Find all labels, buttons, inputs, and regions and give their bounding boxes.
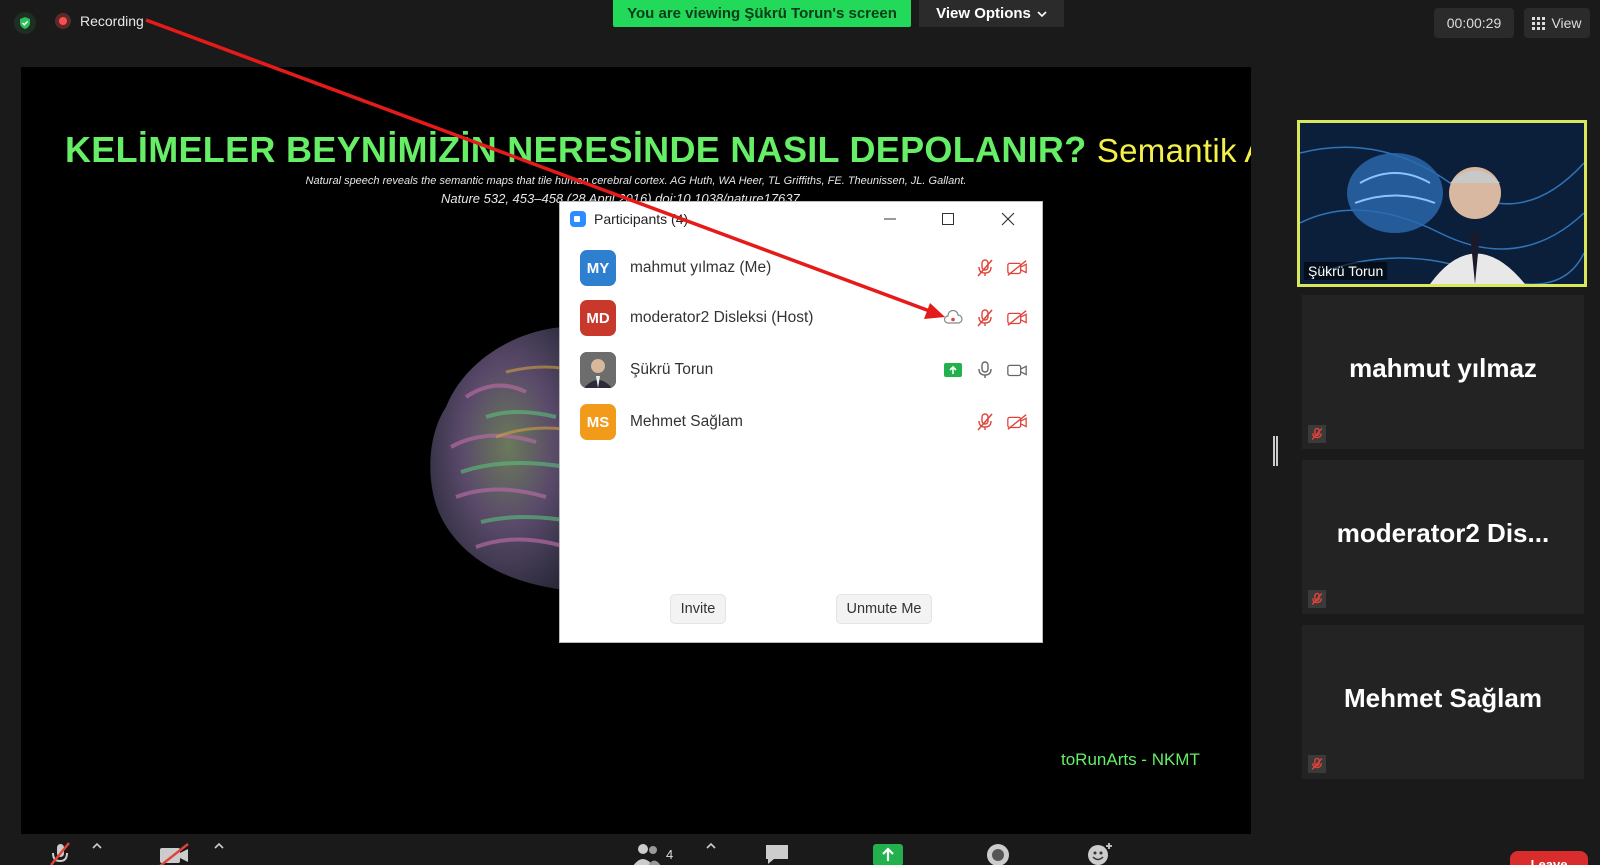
viewing-screen-banner: You are viewing Şükrü Torun's screen <box>613 0 911 27</box>
video-options-button[interactable] <box>214 842 224 850</box>
close-icon <box>1001 212 1015 226</box>
slide-subtitle: Natural speech reveals the semantic maps… <box>305 175 967 187</box>
muted-mic-icon <box>974 411 996 433</box>
muted-mic-icon <box>974 257 996 279</box>
participants-window[interactable]: Participants (4) MY mahmut yılmaz (Me) M… <box>560 202 1042 642</box>
avatar: MD <box>580 300 616 336</box>
share-screen-icon <box>873 844 903 865</box>
slide-title-accent: Semantik Atlas <box>1096 132 1251 169</box>
mic-icon <box>974 359 996 381</box>
minimize-button[interactable] <box>862 202 918 236</box>
participant-row[interactable]: MY mahmut yılmaz (Me) <box>580 248 1028 288</box>
slide-title: KELİMELER BEYNİMİZİN NERESİNDE NASIL DEP… <box>65 129 1251 171</box>
reactions-icon <box>1088 843 1112 865</box>
view-options-button[interactable]: View Options <box>919 0 1064 27</box>
chevron-down-icon <box>1037 5 1047 22</box>
brand-text: toRunArts - NKMT <box>1061 750 1200 769</box>
tile-name: moderator2 Dis... <box>1336 518 1550 548</box>
recording-label: Recording <box>80 13 144 29</box>
muted-mic-icon <box>1308 590 1326 608</box>
muted-mic-icon <box>50 842 70 865</box>
gallery-tile[interactable]: mahmut yılmaz <box>1302 295 1584 449</box>
participant-count: 4 <box>666 846 674 862</box>
audio-options-button[interactable] <box>92 842 102 850</box>
participants-button[interactable]: 4 <box>632 842 673 865</box>
participant-name: moderator2 Disleksi (Host) <box>630 309 814 326</box>
maximize-button[interactable] <box>920 202 976 236</box>
active-speaker-video[interactable]: Şükrü Torun <box>1297 120 1587 287</box>
recording-dot-icon <box>55 13 71 29</box>
meeting-timer: 00:00:29 <box>1434 8 1514 38</box>
participant-row[interactable]: Şükrü Torun <box>580 350 1028 390</box>
participant-name: Şükrü Torun <box>630 361 714 378</box>
chat-button[interactable] <box>763 842 791 865</box>
view-layout-button[interactable]: View <box>1524 8 1590 38</box>
record-icon <box>987 844 1009 865</box>
share-screen-button[interactable] <box>872 842 904 865</box>
close-button[interactable] <box>980 202 1036 236</box>
chat-icon <box>766 845 788 864</box>
security-shield-icon[interactable] <box>14 12 36 34</box>
start-video-button[interactable] <box>158 842 190 865</box>
active-speaker-name: Şükrü Torun <box>1304 262 1388 280</box>
muted-mic-icon <box>1308 755 1326 773</box>
video-frame <box>1300 123 1584 284</box>
gallery-tile[interactable]: moderator2 Dis... <box>1302 460 1584 614</box>
gallery-tile[interactable]: Mehmet Sağlam <box>1302 625 1584 779</box>
muted-mic-icon <box>974 307 996 329</box>
unmute-me-button[interactable]: Unmute Me <box>836 594 932 624</box>
video-off-icon <box>1006 307 1028 329</box>
grid-icon <box>1532 16 1546 30</box>
panel-resize-handle[interactable] <box>1273 436 1278 466</box>
participants-icon <box>633 844 661 865</box>
participants-options-button[interactable] <box>706 842 716 850</box>
tile-name: mahmut yılmaz <box>1349 353 1537 383</box>
view-label: View <box>1551 15 1582 31</box>
screen-share-icon <box>942 359 964 381</box>
view-options-label: View Options <box>936 5 1031 22</box>
brain-image <box>430 326 586 592</box>
tile-name: Mehmet Sağlam <box>1344 683 1542 713</box>
video-off-icon <box>159 843 189 865</box>
chevron-up-icon <box>92 842 102 849</box>
cloud-recording-icon <box>942 307 964 329</box>
mute-button[interactable] <box>47 842 73 865</box>
video-icon <box>1006 359 1028 381</box>
slide-title-main: KELİMELER BEYNİMİZİN NERESİNDE NASIL DEP… <box>65 129 1087 170</box>
participants-title: Participants (4) <box>594 211 689 227</box>
avatar: MY <box>580 250 616 286</box>
chevron-up-icon <box>214 842 224 849</box>
chevron-up-icon <box>706 842 716 849</box>
video-off-icon <box>1006 257 1028 279</box>
avatar-photo <box>580 352 616 388</box>
recording-indicator[interactable]: Recording <box>55 13 144 29</box>
video-off-icon <box>1006 411 1028 433</box>
minimize-icon <box>884 218 896 220</box>
zoom-app-icon <box>570 211 586 227</box>
reactions-button[interactable] <box>1086 842 1114 865</box>
leave-button[interactable]: Leave <box>1510 851 1588 865</box>
participant-row[interactable]: MS Mehmet Sağlam <box>580 402 1028 442</box>
maximize-icon <box>942 213 954 225</box>
invite-button[interactable]: Invite <box>670 594 726 624</box>
participant-row[interactable]: MD moderator2 Disleksi (Host) <box>580 298 1028 338</box>
participant-name: Mehmet Sağlam <box>630 413 743 430</box>
avatar: MS <box>580 404 616 440</box>
record-button[interactable] <box>984 842 1012 865</box>
participant-name: mahmut yılmaz (Me) <box>630 259 772 276</box>
muted-mic-icon <box>1308 425 1326 443</box>
